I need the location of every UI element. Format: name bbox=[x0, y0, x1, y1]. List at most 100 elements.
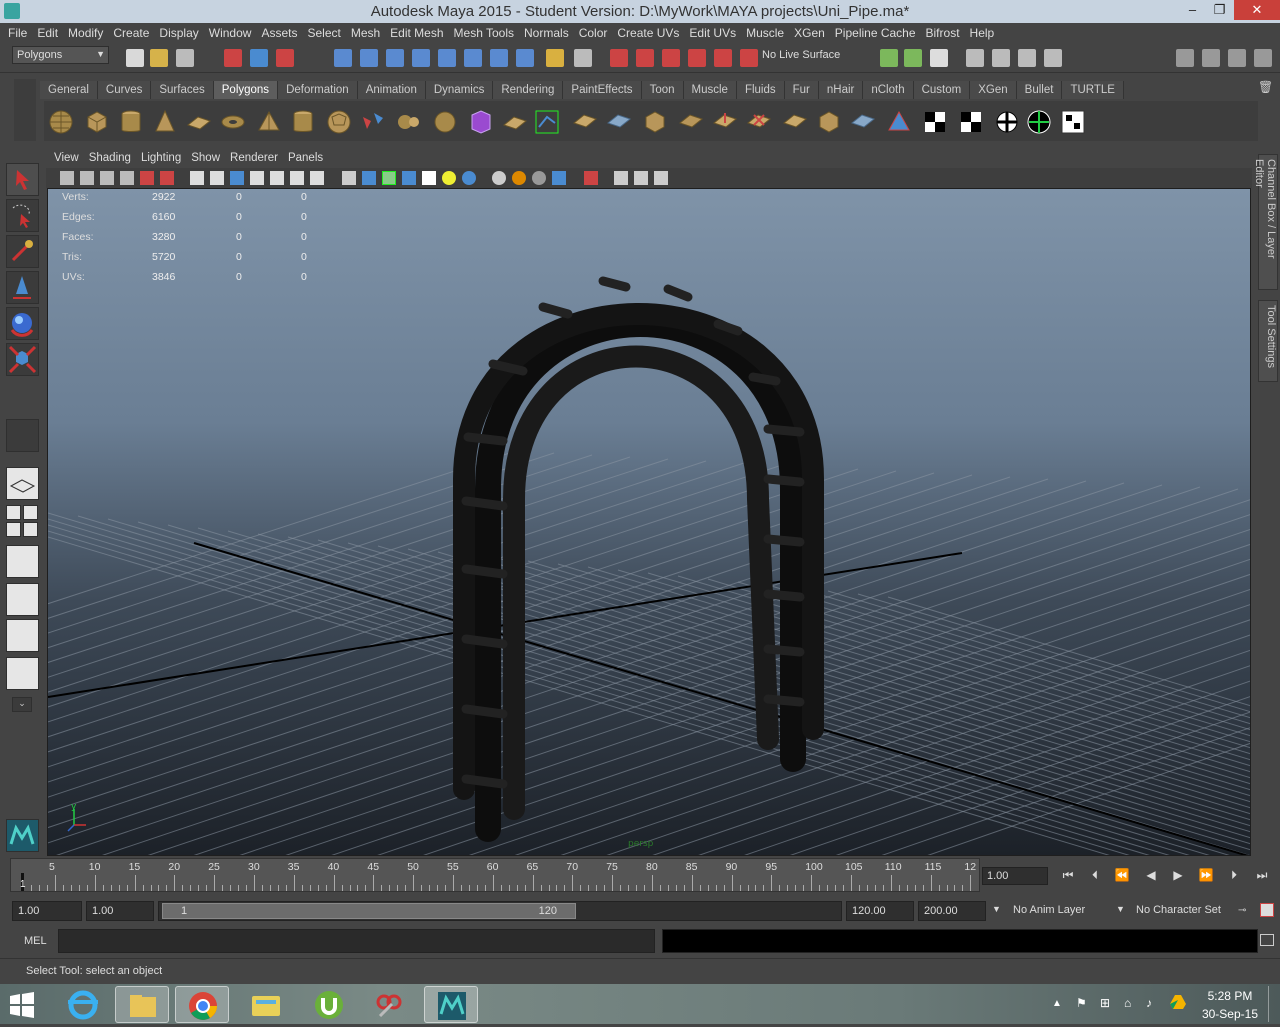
tab-channel-box-layer-editor[interactable]: Channel Box / Layer Editor bbox=[1253, 154, 1278, 290]
menu-set-select[interactable]: Polygons ▼ bbox=[12, 46, 109, 64]
playback-end-field[interactable]: 120.00 bbox=[846, 901, 914, 921]
menu-normals[interactable]: Normals bbox=[520, 23, 575, 43]
script-editor-icon[interactable] bbox=[1260, 934, 1274, 946]
grid-toggle-icon[interactable] bbox=[190, 171, 204, 185]
scale-tool-icon[interactable] bbox=[6, 343, 39, 376]
snipping-tool-taskbar-icon[interactable] bbox=[362, 986, 416, 1023]
four-view-icon[interactable] bbox=[6, 505, 21, 520]
xray-joints-icon[interactable] bbox=[614, 171, 628, 185]
menu-display[interactable]: Display bbox=[155, 23, 204, 43]
shelf-tab-xgen[interactable]: XGen bbox=[970, 81, 1017, 99]
four-view-persp-icon[interactable] bbox=[23, 505, 38, 520]
file-explorer-taskbar-icon[interactable] bbox=[115, 986, 169, 1023]
menu-edit-uvs[interactable]: Edit UVs bbox=[685, 23, 742, 43]
poly-cone-icon[interactable] bbox=[152, 109, 178, 135]
show-desktop-button[interactable] bbox=[1268, 986, 1278, 1022]
shadows-icon[interactable] bbox=[492, 171, 506, 185]
menu-color[interactable]: Color bbox=[575, 23, 614, 43]
make-live-icon[interactable] bbox=[714, 49, 732, 67]
menu-edit[interactable]: Edit bbox=[33, 23, 64, 43]
animation-end-field[interactable]: 200.00 bbox=[918, 901, 986, 921]
select-by-hierarchy-icon[interactable] bbox=[224, 49, 242, 67]
poly-cylinder-icon[interactable] bbox=[118, 109, 144, 135]
shelf-tab-painteffects[interactable]: PaintEffects bbox=[563, 81, 642, 99]
shelf-tab-toon[interactable]: Toon bbox=[641, 81, 684, 99]
save-scene-icon[interactable] bbox=[176, 49, 194, 67]
isolate-select-icon[interactable] bbox=[584, 171, 598, 185]
playback-start-field[interactable]: 1.00 bbox=[86, 901, 154, 921]
step-back-key-icon[interactable]: ⏪ bbox=[1112, 868, 1132, 886]
menu-window[interactable]: Window bbox=[205, 23, 258, 43]
step-back-frame-icon[interactable]: ⏴ bbox=[1085, 868, 1105, 886]
four-view-side-icon[interactable] bbox=[6, 522, 21, 537]
shelf-tab-deformation[interactable]: Deformation bbox=[278, 81, 358, 99]
animation-start-field[interactable]: 1.00 bbox=[12, 901, 82, 921]
script-language-toggle[interactable]: MEL bbox=[24, 935, 47, 947]
automatic-mapping-icon[interactable] bbox=[958, 109, 984, 135]
persp-outliner-icon[interactable] bbox=[6, 545, 39, 578]
motion-blur-icon[interactable] bbox=[532, 171, 546, 185]
resolution-gate-icon[interactable] bbox=[230, 171, 244, 185]
camera-attributes-icon[interactable] bbox=[80, 171, 94, 185]
go-to-end-icon[interactable]: ⏭ bbox=[1252, 868, 1272, 886]
safe-title-icon[interactable] bbox=[310, 171, 324, 185]
network-icon[interactable]: ⌂ bbox=[1124, 996, 1138, 1010]
offset-edge-loop-icon[interactable] bbox=[678, 109, 704, 135]
pick-rendering-icon[interactable] bbox=[490, 49, 508, 67]
pick-dynamics-icon[interactable] bbox=[464, 49, 482, 67]
select-by-component-icon[interactable] bbox=[276, 49, 294, 67]
layout-options-chevron-icon[interactable]: ⌄ bbox=[12, 697, 32, 712]
attribute-editor-icon[interactable] bbox=[1202, 49, 1220, 67]
wireframe-on-shaded-icon[interactable] bbox=[382, 171, 396, 185]
step-forward-frame-icon[interactable]: ⏵ bbox=[1224, 868, 1244, 886]
image-plane-icon[interactable] bbox=[120, 171, 134, 185]
shelf-tab-curves[interactable]: Curves bbox=[97, 81, 152, 99]
x-ray-icon[interactable] bbox=[422, 171, 436, 185]
poly-soccer-ball-icon[interactable] bbox=[326, 109, 352, 135]
poly-pyramid-icon[interactable] bbox=[256, 109, 282, 135]
step-forward-key-icon[interactable]: ⏩ bbox=[1196, 868, 1216, 886]
pick-curves-icon[interactable] bbox=[386, 49, 404, 67]
tool-settings-icon[interactable] bbox=[1228, 49, 1246, 67]
paint-select-tool-icon[interactable] bbox=[6, 235, 39, 268]
xgen-editor-icon[interactable] bbox=[1044, 49, 1062, 67]
lasso-tool-icon[interactable] bbox=[6, 199, 39, 232]
menu-xgen[interactable]: XGen bbox=[790, 23, 831, 43]
play-backwards-icon[interactable]: ◀ bbox=[1141, 868, 1161, 886]
render-view-icon[interactable] bbox=[992, 49, 1010, 67]
shelf-menu-handle[interactable] bbox=[14, 79, 36, 141]
poly-cube-icon[interactable] bbox=[84, 109, 110, 135]
screen-space-ao-icon[interactable] bbox=[512, 171, 526, 185]
planar-mapping-icon[interactable] bbox=[886, 109, 912, 135]
bevel-icon[interactable] bbox=[782, 109, 808, 135]
shelf-tab-bullet[interactable]: Bullet bbox=[1016, 81, 1063, 99]
show-hidden-icons-icon[interactable]: ▲ bbox=[1052, 998, 1062, 1009]
panel-menu-renderer[interactable]: Renderer bbox=[228, 150, 286, 168]
node-editor-icon[interactable] bbox=[654, 171, 668, 185]
append-to-polygon-icon[interactable] bbox=[572, 109, 598, 135]
poly-sphere-icon[interactable] bbox=[48, 109, 74, 135]
snap-to-view-planes-icon[interactable] bbox=[688, 49, 706, 67]
open-scene-icon[interactable] bbox=[150, 49, 168, 67]
internet-explorer-taskbar-icon[interactable] bbox=[56, 986, 110, 1023]
sequencer-icon[interactable] bbox=[1018, 49, 1036, 67]
spherical-mapping-icon[interactable] bbox=[1026, 109, 1052, 135]
animation-preferences-icon[interactable] bbox=[1260, 903, 1274, 917]
boolean-union-icon[interactable] bbox=[432, 109, 458, 135]
uv-texture-editor-icon[interactable] bbox=[1060, 109, 1086, 135]
uv-checker-icon[interactable] bbox=[922, 109, 948, 135]
render-frame-icon[interactable] bbox=[880, 49, 898, 67]
separate-icon[interactable] bbox=[396, 109, 422, 135]
panel-menu-panels[interactable]: Panels bbox=[286, 150, 331, 168]
use-all-lights-icon[interactable] bbox=[462, 171, 476, 185]
windows-explorer-taskbar-icon[interactable] bbox=[240, 986, 294, 1023]
close-button[interactable]: ✕ bbox=[1234, 0, 1280, 20]
pick-handles-icon[interactable] bbox=[334, 49, 352, 67]
new-scene-icon[interactable] bbox=[126, 49, 144, 67]
pick-surfaces-icon[interactable] bbox=[412, 49, 430, 67]
menu-edit-mesh[interactable]: Edit Mesh bbox=[386, 23, 449, 43]
poly-torus-icon[interactable] bbox=[220, 109, 246, 135]
menu-create-uvs[interactable]: Create UVs bbox=[613, 23, 685, 43]
range-slider-handle[interactable]: 1 120 bbox=[162, 903, 576, 919]
shelf-tab-turtle[interactable]: TURTLE bbox=[1062, 81, 1124, 99]
